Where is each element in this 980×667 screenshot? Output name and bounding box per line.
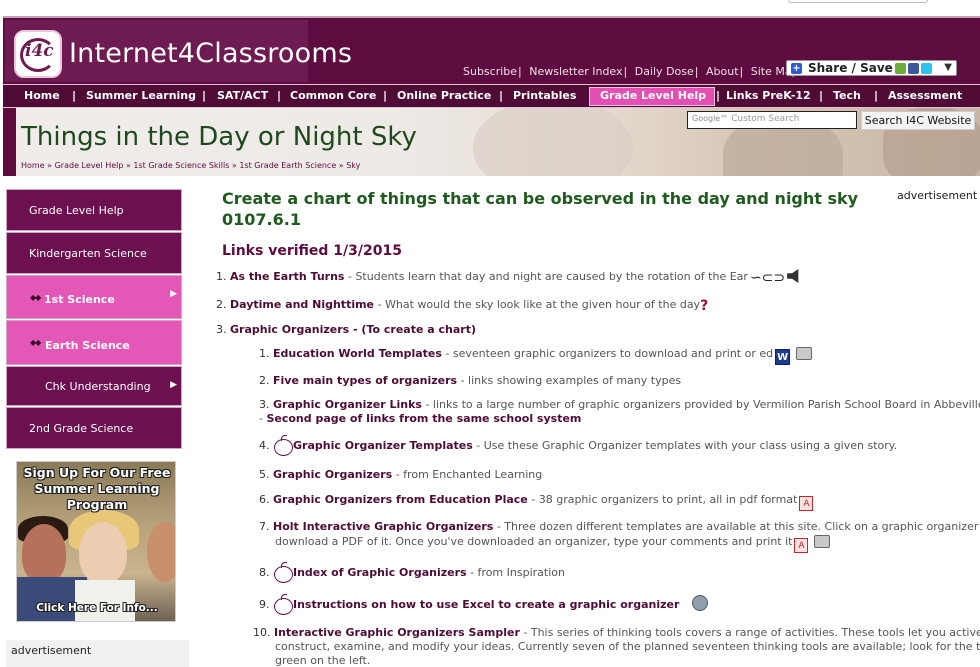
globe-icon bbox=[691, 595, 708, 611]
list-item: 1. As the Earth Turns - Students learn t… bbox=[216, 269, 801, 286]
pdf-icon: A bbox=[799, 496, 814, 511]
breadcrumb[interactable]: Home » Grade Level Help » 1st Grade Scie… bbox=[21, 161, 360, 170]
nav-printables[interactable]: Printables bbox=[513, 89, 576, 102]
link-about[interactable]: About bbox=[706, 65, 739, 78]
plus-icon: + bbox=[791, 63, 802, 74]
search-input[interactable]: Google™ Custom Search bbox=[687, 111, 857, 129]
list-item: 3. Graphic Organizer Links - links to a … bbox=[259, 398, 980, 411]
list-item: 3. Graphic Organizers - (To create a cha… bbox=[216, 323, 477, 336]
list-item: 4. Graphic Organizer Templates - Use the… bbox=[259, 435, 897, 456]
list-item: 5. Graphic Organizers - from Enchanted L… bbox=[259, 468, 543, 481]
links-verified: Links verified 1/3/2015 bbox=[222, 243, 402, 259]
question-icon: ? bbox=[700, 298, 709, 314]
share-save-button[interactable]: + Share / Save ▼ bbox=[786, 60, 957, 76]
link-graphic-organizer-links[interactable]: Graphic Organizer Links bbox=[273, 398, 422, 411]
link-second-page-of-links[interactable]: Second page of links from the same schoo… bbox=[266, 412, 581, 425]
facebook-icon bbox=[908, 63, 919, 74]
link-as-the-earth-turns[interactable]: As the Earth Turns bbox=[230, 270, 344, 283]
logo-text: Internet4Classrooms bbox=[69, 38, 353, 69]
twitter-icon bbox=[921, 63, 932, 74]
page-title: Things in the Day or Night Sky bbox=[21, 122, 417, 152]
list-item: 6. Graphic Organizers from Education Pla… bbox=[259, 493, 814, 511]
bullet-icon: ◆◆ bbox=[30, 293, 41, 302]
printer-icon bbox=[813, 535, 830, 548]
apple-icon bbox=[273, 594, 293, 615]
nav-home[interactable]: Home bbox=[24, 89, 60, 102]
pdf-icon: A bbox=[794, 538, 809, 553]
list-item-continuation: download a PDF of it. Once you've downlo… bbox=[275, 535, 830, 553]
sidebar-item-grade-level-help[interactable]: Grade Level Help bbox=[6, 189, 182, 231]
sidebar-item-2nd-grade-science[interactable]: 2nd Grade Science bbox=[6, 407, 182, 449]
logo-badge-text: i4c bbox=[25, 41, 54, 61]
list-item: 1. Education World Templates - seventeen… bbox=[259, 347, 812, 365]
browser-top-strip bbox=[0, 0, 980, 16]
link-graphic-organizer-templates[interactable]: Graphic Organizer Templates bbox=[293, 439, 473, 452]
list-item: 7. Holt Interactive Graphic Organizers -… bbox=[259, 520, 980, 533]
graphic-organizers-heading: Graphic Organizers - (To create a chart) bbox=[230, 323, 477, 336]
link-holt-interactive[interactable]: Holt Interactive Graphic Organizers bbox=[273, 520, 493, 533]
link-education-world-templates[interactable]: Education World Templates bbox=[273, 347, 442, 360]
main-nav: Home | Summer Learning | SAT/ACT | Commo… bbox=[3, 84, 980, 108]
list-item-continuation: green on the left. bbox=[275, 654, 371, 667]
site-header: i4c Internet4Classrooms Subscribe| Newsl… bbox=[3, 16, 980, 84]
plugin-icon: ∽⊂⊃ bbox=[749, 270, 786, 286]
sidebar-item-chk-understanding[interactable]: Chk Understanding ▶ bbox=[6, 366, 182, 406]
nav-online-practice[interactable]: Online Practice bbox=[397, 89, 491, 102]
advertisement-label-right: advertisement bbox=[897, 189, 978, 202]
list-item: 10. Interactive Graphic Organizers Sampl… bbox=[253, 626, 980, 639]
email-share-icon bbox=[895, 63, 906, 74]
link-daily-dose[interactable]: Daily Dose bbox=[635, 65, 694, 78]
site-logo[interactable]: i4c Internet4Classrooms bbox=[5, 20, 352, 82]
link-subscribe[interactable]: Subscribe bbox=[463, 65, 517, 78]
nav-summer-learning[interactable]: Summer Learning bbox=[86, 89, 196, 102]
bullet-icon: ◆◆ bbox=[30, 338, 41, 347]
apple-icon bbox=[273, 435, 293, 456]
title-banner: Things in the Day or Night Sky Home » Gr… bbox=[3, 108, 980, 176]
link-graphic-organizers-education-place[interactable]: Graphic Organizers from Education Place bbox=[273, 493, 528, 506]
search-button[interactable]: Search I4C Website bbox=[861, 111, 975, 130]
link-interactive-graphic-organizers-sampler[interactable]: Interactive Graphic Organizers Sampler bbox=[274, 626, 520, 639]
word-doc-icon: W bbox=[775, 349, 791, 365]
logo-badge-icon: i4c bbox=[14, 30, 62, 78]
nav-tech[interactable]: Tech bbox=[833, 89, 861, 102]
chevron-right-icon: ▶ bbox=[170, 380, 177, 390]
list-item: 2. Five main types of organizers - links… bbox=[259, 374, 682, 387]
apple-icon bbox=[273, 562, 293, 583]
link-graphic-organizers-enchanted[interactable]: Graphic Organizers bbox=[273, 468, 392, 481]
page: i4c Internet4Classrooms Subscribe| Newsl… bbox=[3, 16, 980, 667]
list-item-continuation: construct, examine, and modify your idea… bbox=[275, 640, 980, 653]
sidebar-item-1st-science[interactable]: ◆◆ 1st Science ▶ bbox=[6, 275, 182, 319]
advertisement-label-left: advertisement bbox=[6, 640, 189, 667]
list-item: 8. Index of Graphic Organizers - from In… bbox=[259, 562, 565, 583]
link-daytime-and-nighttime[interactable]: Daytime and Nighttime bbox=[230, 298, 374, 311]
link-excel-graphic-organizer[interactable]: Instructions on how to use Excel to crea… bbox=[293, 598, 679, 611]
printer-icon bbox=[795, 347, 812, 360]
nav-common-core[interactable]: Common Core bbox=[290, 89, 376, 102]
chevron-down-icon: ▼ bbox=[944, 62, 952, 73]
speaker-icon bbox=[787, 269, 799, 283]
nav-sat-act[interactable]: SAT/ACT bbox=[217, 89, 268, 102]
utility-links: Subscribe| Newsletter Index| Daily Dose|… bbox=[463, 65, 799, 78]
list-item-continuation: - Second page of links from the same sch… bbox=[259, 412, 582, 425]
link-newsletter-index[interactable]: Newsletter Index bbox=[529, 65, 622, 78]
sidebar-item-kindergarten-science[interactable]: Kindergarten Science bbox=[6, 232, 182, 274]
sidebar-item-earth-science[interactable]: ◆◆ Earth Science bbox=[6, 320, 182, 365]
nav-assessment[interactable]: Assessment bbox=[888, 89, 962, 102]
summer-learning-promo[interactable]: Sign Up For Our Free Summer Learning Pro… bbox=[16, 461, 176, 622]
list-item: 9. Instructions on how to use Excel to c… bbox=[259, 594, 708, 615]
promo-cta: Click Here For Info... bbox=[36, 602, 158, 614]
nav-grade-level-help[interactable]: Grade Level Help bbox=[600, 89, 706, 102]
link-five-main-types[interactable]: Five main types of organizers bbox=[273, 374, 457, 387]
nav-links-prek-12[interactable]: Links PreK-12 bbox=[726, 89, 811, 102]
section-heading: Create a chart of things that can be obs… bbox=[222, 189, 859, 229]
share-label: Share / Save bbox=[808, 61, 893, 75]
promo-headline: Sign Up For Our Free Summer Learning Pro… bbox=[23, 465, 171, 512]
chevron-right-icon: ▶ bbox=[170, 289, 177, 299]
top-tab-stub bbox=[788, 0, 928, 3]
link-index-of-graphic-organizers[interactable]: Index of Graphic Organizers bbox=[293, 566, 467, 579]
list-item: 2. Daytime and Nighttime - What would th… bbox=[216, 298, 709, 314]
